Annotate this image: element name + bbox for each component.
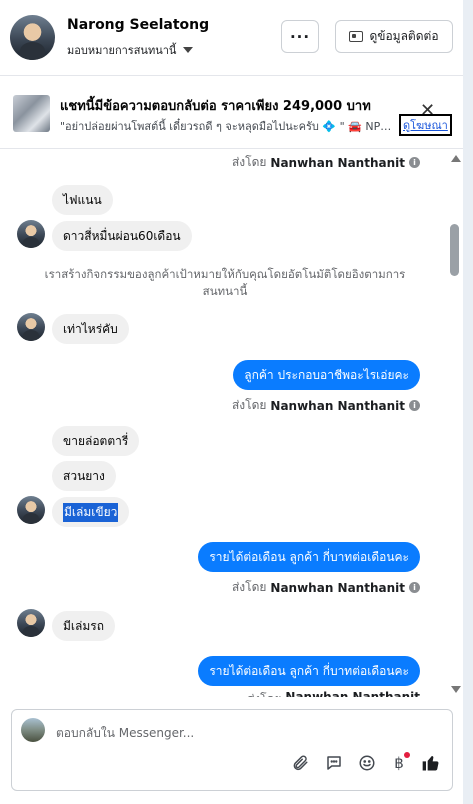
saved-replies-icon[interactable] [323, 752, 345, 774]
ad-title: แชทนี้มีข้อความตอบกลับต่อ ราคาเพียง 249,… [60, 99, 371, 114]
system-notice: เราสร้างกิจกรรมของลูกค้าเป้าหมายให้กับคุ… [44, 267, 406, 298]
sender-name: Nanwhan Nanthanit [270, 398, 405, 413]
view-contact-label: ดูข้อมูลติดต่อ [369, 29, 439, 43]
notification-dot [404, 752, 410, 758]
chevron-down-icon [183, 47, 194, 53]
selected-text: มีเล่มเขียว [63, 502, 119, 522]
chat-header: Narong Seelatong มอบหมายการสนทนานี้ ··· … [0, 0, 463, 76]
outgoing-message[interactable]: รายได้ต่อเดือน ลูกค้า กี่บาทต่อเดือนคะ [198, 542, 420, 572]
incoming-message[interactable]: ขายล่อตตารี่ [52, 426, 140, 456]
sent-by-label: ส่งโดย Nanwhan Nanthanit i [232, 578, 420, 597]
info-icon[interactable]: i [409, 400, 420, 411]
contact-avatar-small [17, 220, 45, 248]
incoming-message[interactable]: เท่าไหร่คับ [52, 314, 129, 344]
more-options-button[interactable]: ··· [281, 20, 319, 53]
sent-by-prefix: ส่งโดย [231, 155, 267, 169]
info-icon[interactable]: i [409, 157, 420, 168]
contact-avatar-small [17, 313, 45, 341]
payment-icon[interactable]: ฿ [388, 752, 410, 774]
baht-symbol: ฿ [394, 754, 404, 772]
scrollbar-thumb[interactable] [450, 224, 459, 276]
sent-by-prefix: ส่งโดย [231, 398, 267, 412]
incoming-message[interactable]: ดาวสี่หมื่นผ่อน60เดือน [52, 221, 192, 251]
incoming-message[interactable]: ไฟแนน [52, 185, 113, 215]
info-icon[interactable]: i [409, 582, 420, 593]
contact-avatar-small [17, 496, 45, 524]
view-ad-link[interactable]: ดูโฆษณา [399, 114, 452, 136]
sender-name: Nanwhan Nanthanit [285, 690, 420, 697]
ad-banner: แชทนี้มีข้อความตอบกลับต่อ ราคาเพียง 249,… [0, 77, 463, 149]
emoji-icon[interactable] [356, 752, 378, 774]
assign-label: มอบหมายการสนทนานี้ [67, 44, 177, 57]
sent-by-prefix: ส่งโดย [231, 580, 267, 594]
reply-composer[interactable]: ตอบกลับใน Messenger... ฿ [11, 709, 453, 791]
outgoing-message[interactable]: ลูกค้า ประกอบอาชีพอะไรเอ่ยคะ [233, 360, 420, 390]
ad-subtitle: "อย่าปล่อยผ่านโพสต์นี้ เดี๋ยวรถดี ๆ จะหล… [60, 120, 398, 133]
sender-name: Nanwhan Nanthanit [270, 580, 405, 595]
incoming-message[interactable]: สวนยาง [52, 461, 116, 491]
reply-input[interactable]: ตอบกลับใน Messenger... [56, 724, 194, 743]
scroll-up-arrow-icon[interactable] [451, 155, 461, 162]
sent-by-label: ส่งโดย Nanwhan Nanthanit i [232, 153, 420, 172]
chat-panel: Narong Seelatong มอบหมายการสนทนานี้ ··· … [0, 0, 463, 804]
sent-by-prefix: ส่งโดย [247, 690, 281, 697]
sent-by-label: ส่งโดย Nanwhan Nanthanit i [232, 396, 420, 415]
ad-thumbnail [13, 95, 50, 132]
attachment-icon[interactable] [289, 752, 311, 774]
incoming-message[interactable]: มีเล่มรถ [52, 611, 115, 641]
contact-avatar-small [17, 609, 45, 637]
view-contact-button[interactable]: ดูข้อมูลติดต่อ [335, 20, 453, 53]
scroll-down-arrow-icon[interactable] [451, 686, 461, 693]
sender-name: Nanwhan Nanthanit [270, 155, 405, 170]
contact-avatar[interactable] [10, 15, 55, 60]
assign-conversation-dropdown[interactable]: มอบหมายการสนทนานี้ [67, 41, 194, 59]
contact-name[interactable]: Narong Seelatong [67, 17, 209, 33]
page-avatar [21, 718, 45, 742]
contact-card-icon [349, 31, 364, 42]
outgoing-message[interactable]: รายได้ต่อเดือน ลูกค้า กี่บาทต่อเดือนคะ [198, 656, 420, 686]
thumbs-up-icon[interactable] [420, 752, 442, 774]
sent-by-label-clipped: ส่งโดย Nanwhan Nanthanit [247, 690, 420, 697]
incoming-message[interactable]: มีเล่มเขียว [52, 497, 130, 527]
